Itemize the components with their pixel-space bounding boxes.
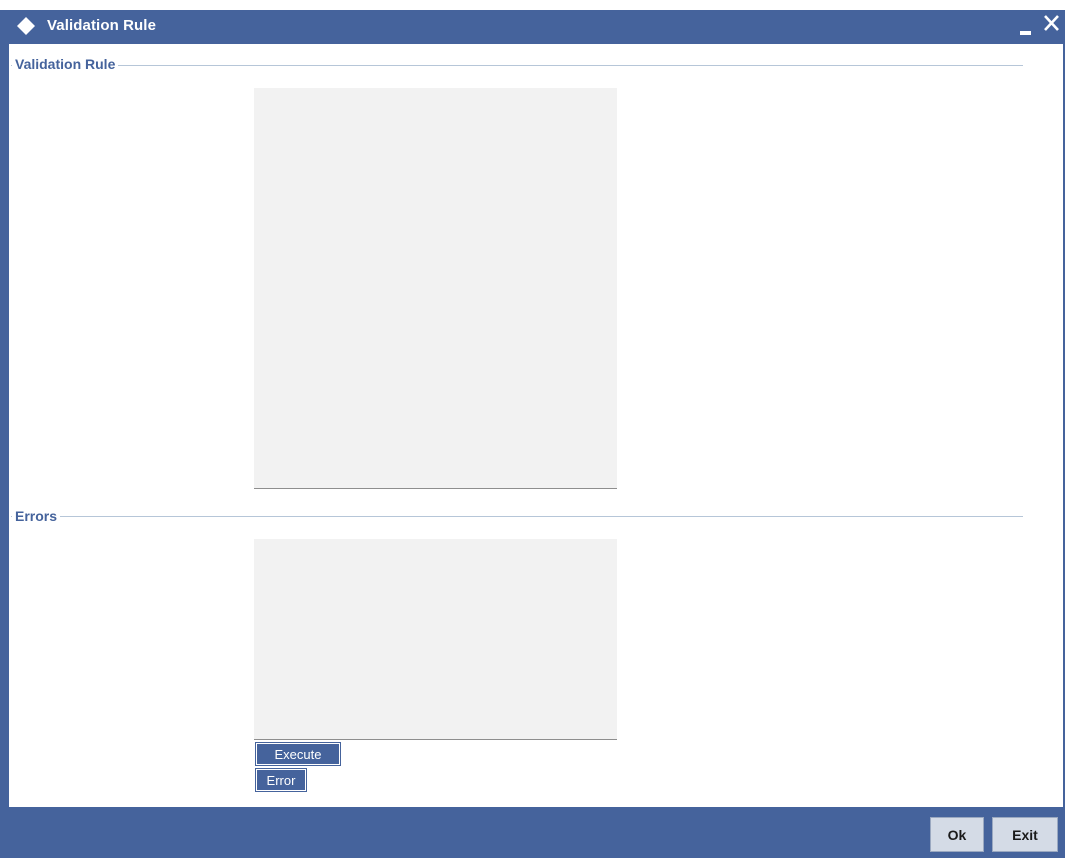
window-title: Validation Rule [47,17,157,34]
ok-button[interactable]: Ok [930,817,984,852]
diamond-icon [16,16,36,36]
close-icon [1044,15,1059,31]
errors-legend: Errors [12,508,61,524]
exit-button[interactable]: Exit [992,817,1058,852]
errors-divider [11,516,1023,517]
validation-rule-window: Validation Rule Validation Rule Errors E… [0,0,1065,858]
execute-button[interactable]: Execute [255,742,341,766]
close-button[interactable] [1040,10,1064,36]
error-button[interactable]: Error [255,768,307,792]
validation-rule-divider [11,65,1023,66]
errors-textarea[interactable] [254,539,617,740]
minimize-button[interactable] [1016,14,1038,38]
title-bar: Validation Rule [0,0,1065,44]
validation-rule-textarea[interactable] [254,88,617,489]
footer-bar: Ok Exit [0,807,1065,858]
minimize-icon [1020,31,1031,35]
validation-rule-legend: Validation Rule [12,56,119,72]
